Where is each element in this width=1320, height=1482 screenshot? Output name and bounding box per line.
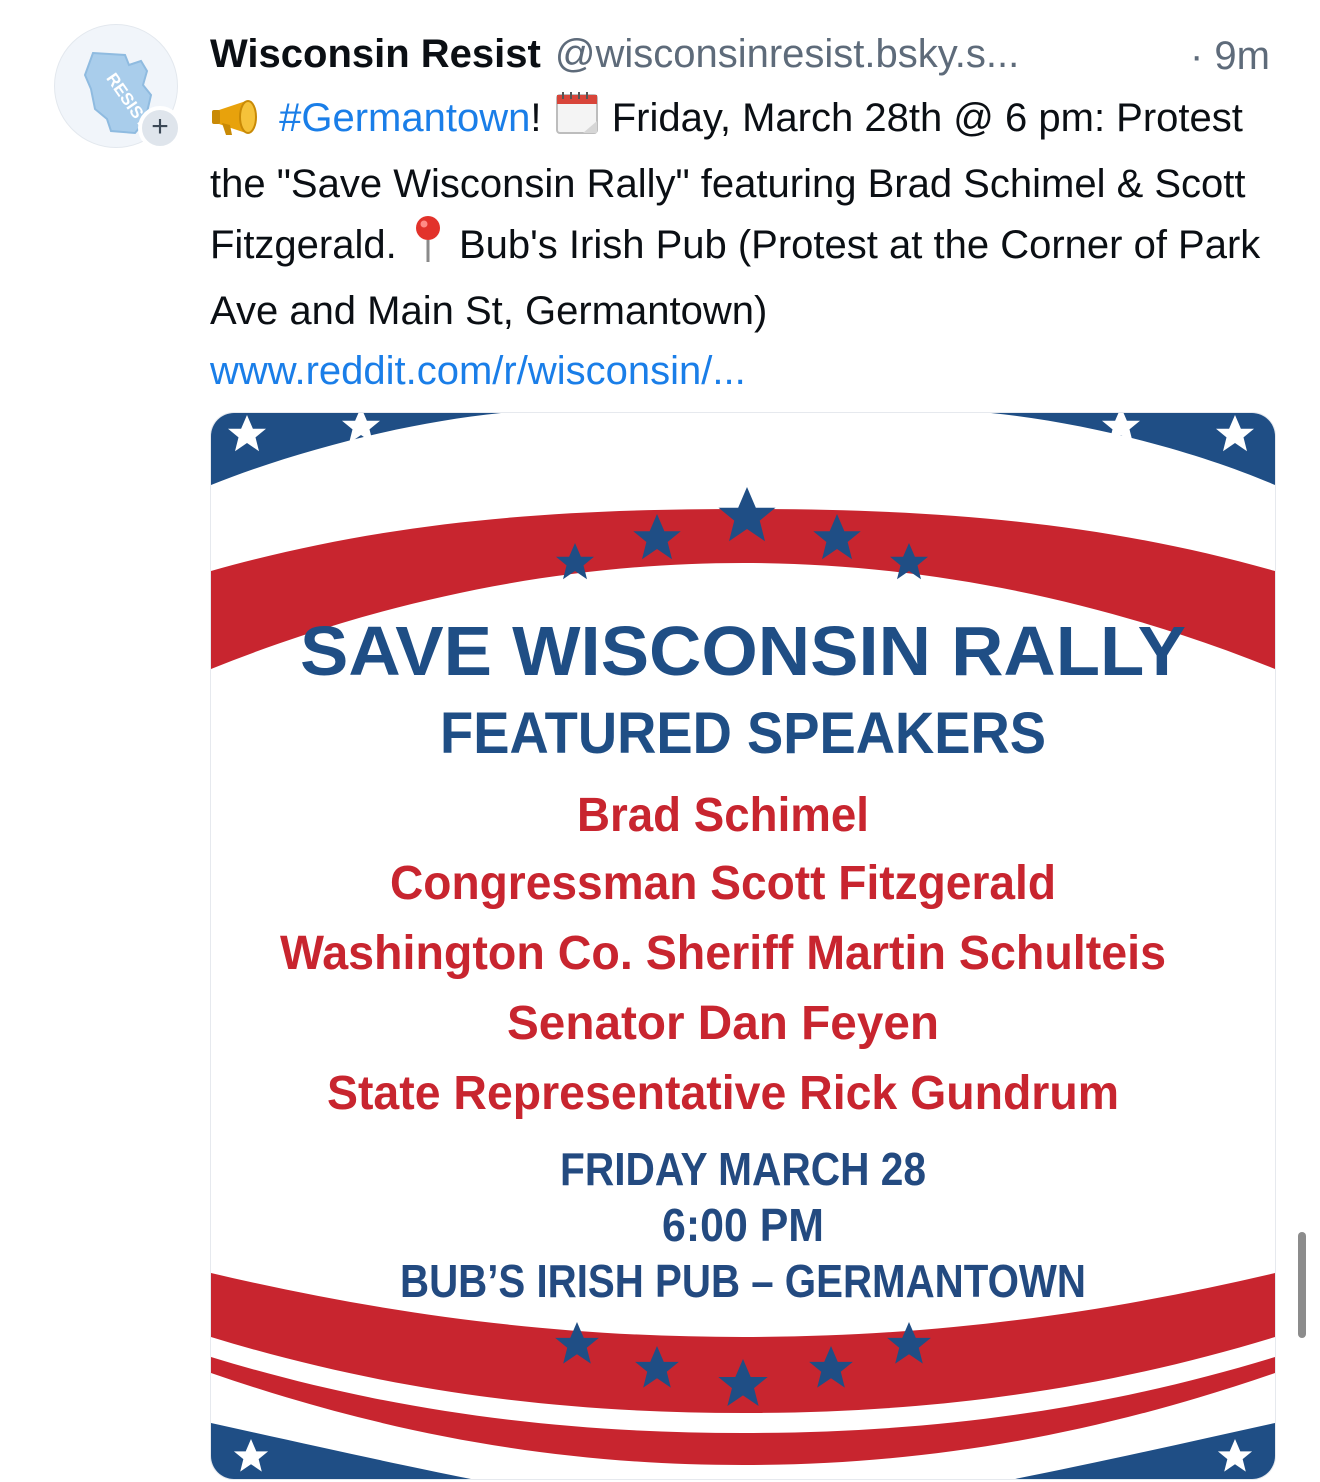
event-date: FRIDAY MARCH 28 xyxy=(560,1143,926,1195)
speaker-1: Brad Schimel xyxy=(577,789,869,842)
post-text: #Germantown! Friday, March 28th @ 6 pm: … xyxy=(210,88,1270,401)
avatar[interactable]: RESIST + xyxy=(54,24,182,150)
speaker-5: State Representative Rick Gundrum xyxy=(327,1067,1119,1120)
author-handle[interactable]: @wisconsinresist.bsky.s... xyxy=(555,32,1019,77)
image-embed[interactable]: SAVE WISCONSIN RALLY FEATURED SPEAKERS B… xyxy=(210,412,1276,1480)
follow-plus-icon[interactable]: + xyxy=(138,106,182,150)
post: Wisconsin Resist @wisconsinresist.bsky.s… xyxy=(210,22,1276,401)
scrollbar[interactable] xyxy=(1298,1232,1306,1338)
event-venue: BUB’S IRISH PUB – GERMANTOWN xyxy=(400,1255,1086,1307)
post-text-part: ! xyxy=(530,96,553,140)
pushpin-icon xyxy=(408,214,448,281)
external-link[interactable]: www.reddit.com/r/wisconsin/... xyxy=(210,349,746,393)
speaker-3: Washington Co. Sheriff Martin Schulteis xyxy=(280,927,1166,980)
event-time: 6:00 PM xyxy=(662,1199,824,1251)
flyer-subtitle: FEATURED SPEAKERS xyxy=(440,701,1046,766)
rally-flyer: SAVE WISCONSIN RALLY FEATURED SPEAKERS B… xyxy=(211,413,1275,1479)
megaphone-icon xyxy=(210,94,268,154)
flyer-title: SAVE WISCONSIN RALLY xyxy=(300,612,1186,690)
speaker-2: Congressman Scott Fitzgerald xyxy=(390,857,1056,910)
hashtag-link[interactable]: #Germantown xyxy=(279,96,530,140)
speaker-4: Senator Dan Feyen xyxy=(507,997,939,1050)
post-header: Wisconsin Resist @wisconsinresist.bsky.s… xyxy=(210,22,1276,86)
calendar-icon xyxy=(553,89,601,154)
author-name[interactable]: Wisconsin Resist xyxy=(210,32,541,77)
post-time[interactable]: · 9m xyxy=(1190,34,1270,79)
